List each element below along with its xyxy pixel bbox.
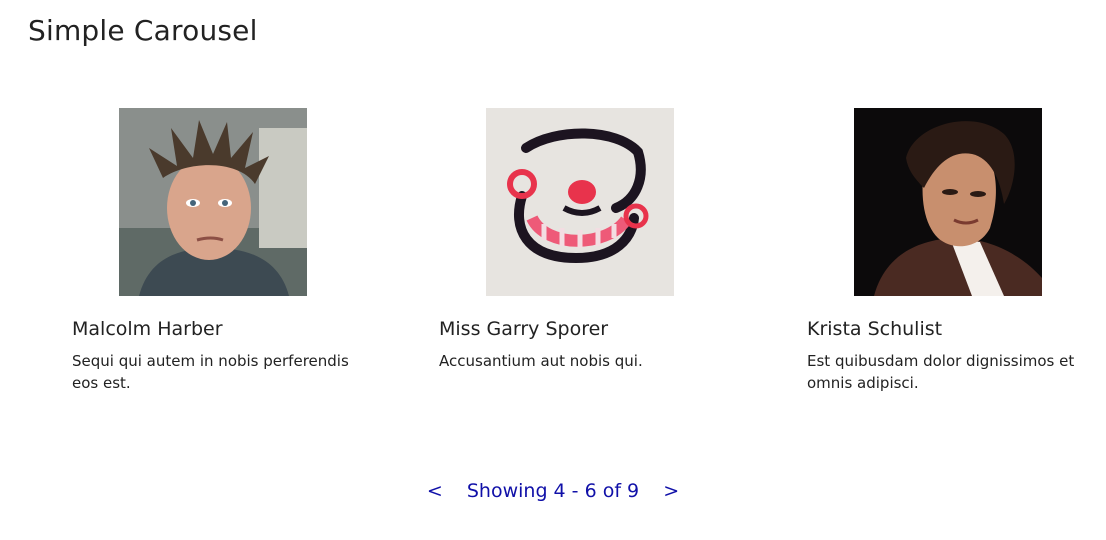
avatar-illustration	[854, 108, 1042, 296]
card-name: Miss Garry Sporer	[439, 318, 609, 340]
previous-button[interactable]: <	[421, 480, 449, 502]
card-name: Malcolm Harber	[72, 318, 223, 340]
carousel-page: Simple Carousel Malcolm Harber Sequi qui…	[0, 0, 1106, 540]
pager-status: Showing 4 - 6 of 9	[466, 480, 640, 502]
avatar-drawing	[486, 108, 674, 296]
page-title: Simple Carousel	[28, 14, 258, 47]
card-description: Sequi qui autem in nobis perferendis eos…	[72, 352, 349, 392]
card-description: Accusantium aut nobis qui.	[439, 352, 643, 370]
card-name: Krista Schulist	[807, 318, 943, 340]
card-description: Est quibusdam dolor dignissimos et omnis…	[807, 352, 1075, 392]
avatar-photo	[119, 108, 307, 296]
carousel-pager: < Showing 4 - 6 of 9 >	[0, 480, 1106, 502]
next-button[interactable]: >	[657, 480, 685, 502]
